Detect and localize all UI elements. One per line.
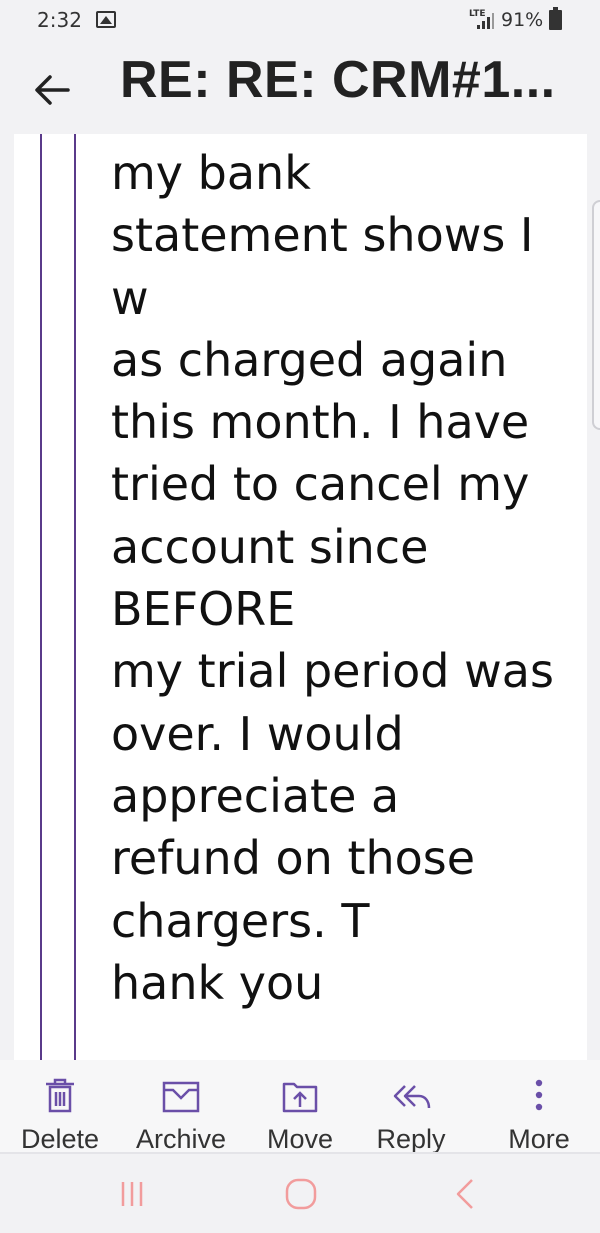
back-chevron-icon [456, 1179, 473, 1209]
message-line: chargers. T [111, 893, 370, 948]
reply-all-icon [393, 1085, 431, 1109]
scroll-handle[interactable] [592, 200, 600, 430]
more-vertical-icon [535, 1079, 543, 1111]
app-bar: RE: RE: CRM#1... [0, 44, 600, 134]
archive-button[interactable]: Archive [120, 1060, 242, 1156]
quote-bar-outer [40, 134, 42, 1060]
more-label: More [508, 1124, 570, 1154]
archive-icon [162, 1081, 200, 1113]
message-text: my bank statement shows I w as charged a… [111, 142, 581, 1014]
message-line: BEFORE [111, 582, 296, 637]
back-button[interactable] [28, 66, 76, 114]
battery-percentage: 91% [501, 9, 544, 31]
move-button[interactable]: Move [242, 1060, 358, 1156]
system-back-button[interactable] [441, 1174, 491, 1214]
archive-label: Archive [135, 1124, 227, 1154]
message-line: hank you [111, 955, 324, 1010]
recent-apps-button[interactable] [107, 1174, 157, 1214]
arrow-left-icon [35, 75, 70, 105]
battery-icon [549, 7, 562, 30]
quote-bar-inner [74, 134, 76, 1060]
more-button[interactable]: More [478, 1060, 600, 1156]
message-line: over. I would [111, 706, 404, 761]
home-icon [285, 1178, 317, 1210]
email-subject-title: RE: RE: CRM#1... [120, 51, 556, 109]
reply-label: Reply [376, 1124, 446, 1154]
system-nav-bar [0, 1154, 600, 1233]
image-notification-icon [96, 11, 116, 28]
reply-button[interactable]: Reply [358, 1060, 464, 1156]
message-line: appreciate a [111, 768, 400, 823]
email-body: my bank statement shows I w as charged a… [14, 134, 587, 1060]
status-bar: 2:32 LTE 91% [0, 0, 600, 44]
message-line: my trial period was [111, 644, 554, 699]
message-line: refund on those [111, 831, 476, 886]
message-line: as charged again [111, 332, 508, 387]
message-line: this month. I have [111, 395, 530, 450]
message-line: tried to cancel my [111, 457, 530, 512]
move-folder-icon [282, 1082, 318, 1113]
message-line: statement shows I [111, 208, 534, 263]
recent-apps-icon [121, 1182, 143, 1206]
status-time: 2:32 [37, 8, 82, 32]
home-button[interactable] [276, 1174, 326, 1214]
delete-button[interactable]: Delete [0, 1060, 120, 1156]
message-line: my bank [111, 146, 311, 200]
trash-icon [46, 1078, 74, 1113]
action-toolbar: Delete Archive Move Reply More [0, 1060, 600, 1156]
delete-label: Delete [20, 1124, 100, 1154]
message-line: w [111, 270, 149, 325]
signal-icon [477, 13, 494, 29]
move-label: Move [266, 1124, 334, 1154]
message-line: account since [111, 519, 429, 574]
